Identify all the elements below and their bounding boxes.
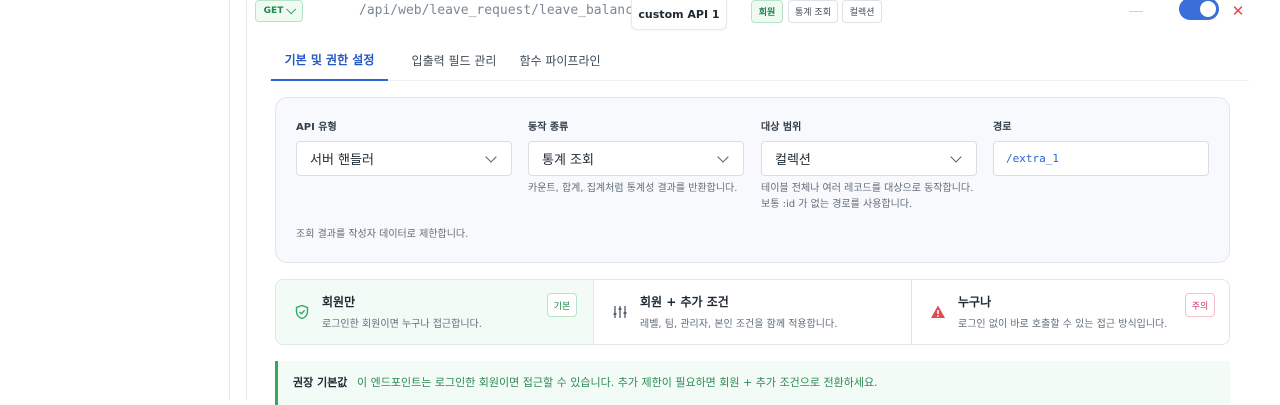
chip-member[interactable]: 회원 (751, 0, 783, 23)
action-kind-help: 카운트, 합계, 집계처럼 통계성 결과를 반환합니다. (528, 183, 738, 194)
permission-option-members-plus-conditions[interactable]: 회원 + 추가 조건 레벨, 팀, 관리자, 본인 조건을 함께 적용합니다. (594, 280, 911, 344)
api-type-select[interactable]: 서버 핸들러 (296, 141, 512, 176)
api-name-badge[interactable]: custom API 1 (631, 0, 727, 30)
left-panel (0, 0, 230, 400)
route-label: 경로 (993, 122, 1012, 133)
caution-badge: 주의 (1185, 293, 1215, 317)
api-type-value: 서버 핸들러 (310, 153, 374, 168)
settings-note: 조회 결과를 작성자 데이터로 제한합니다. (296, 229, 469, 240)
action-kind-value: 통계 조회 (542, 153, 594, 168)
permission-desc: 레벨, 팀, 관리자, 본인 조건을 함께 적용합니다. (640, 319, 838, 330)
endpoint-editor: GET /api/web/leave_request/leave_balance… (246, 0, 1280, 405)
permission-title: 회원만 (322, 295, 356, 309)
chevron-down-icon (950, 151, 962, 163)
default-badge: 기본 (547, 293, 577, 317)
action-kind-select[interactable]: 통계 조회 (528, 141, 744, 176)
tab-basic-permissions[interactable]: 기본 및 권한 설정 (271, 40, 388, 81)
shield-check-icon (295, 304, 309, 320)
permission-desc: 로그인한 회원이면 누구나 접근합니다. (322, 319, 482, 330)
target-scope-select[interactable]: 컬렉션 (761, 141, 977, 176)
permission-options: 회원만 로그인한 회원이면 누구나 접근합니다. 기본 회원 + 추가 조건 레… (275, 279, 1230, 345)
enable-toggle[interactable] (1179, 0, 1219, 20)
permission-desc: 로그인 없이 바로 호출할 수 있는 접근 방식입니다. (958, 319, 1168, 330)
chevron-down-icon (286, 3, 297, 14)
endpoint-path: /api/web/leave_request/leave_balances/ (359, 3, 657, 18)
tab-io-fields[interactable]: 입출력 필드 관리 (405, 40, 503, 81)
chip-collection[interactable]: 컬렉션 (842, 0, 882, 23)
recommendation-title: 권장 기본값 (293, 376, 348, 389)
method-label: GET (263, 6, 284, 16)
target-scope-help-line2: 보통 :id 가 없는 경로를 사용합니다. (761, 199, 913, 210)
method-select[interactable]: GET (255, 0, 303, 22)
target-scope-help-line1: 테이블 전체나 여러 레코드를 대상으로 동작합니다. (761, 183, 974, 194)
tab-bar: 기본 및 권한 설정 입출력 필드 관리 함수 파이프라인 (269, 40, 1249, 81)
permission-option-anyone[interactable]: 누구나 로그인 없이 바로 호출할 수 있는 접근 방식입니다. 주의 (912, 280, 1229, 344)
close-icon[interactable]: ✕ (1231, 0, 1245, 22)
api-type-label: API 유형 (296, 122, 337, 133)
permission-title: 누구나 (958, 295, 992, 309)
warning-icon (931, 305, 945, 318)
settings-card: API 유형 서버 핸들러 동작 종류 통계 조회 카운트, 합계, 집계처럼 … (275, 97, 1230, 263)
tab-function-pipeline[interactable]: 함수 파이프라인 (517, 40, 603, 81)
permission-option-members-only[interactable]: 회원만 로그인한 회원이면 누구나 접근합니다. 기본 (276, 280, 593, 344)
sliders-icon (613, 306, 627, 318)
permission-title: 회원 + 추가 조건 (640, 295, 729, 309)
recommendation-text: 이 엔드포인트는 로그인한 회원이면 접근할 수 있습니다. 추가 제한이 필요… (357, 376, 878, 389)
target-scope-value: 컬렉션 (775, 153, 811, 168)
target-scope-label: 대상 범위 (761, 122, 802, 133)
chip-stats-query[interactable]: 통계 조회 (788, 0, 838, 23)
recommendation-banner: 권장 기본값 이 엔드포인트는 로그인한 회원이면 접근할 수 있습니다. 추가… (275, 361, 1230, 405)
toggle-knob (1200, 1, 1216, 17)
chevron-down-icon (717, 151, 729, 163)
collapse-dash-icon[interactable] (1129, 11, 1143, 12)
chevron-down-icon (485, 151, 497, 163)
route-input[interactable] (993, 141, 1209, 176)
action-kind-label: 동작 종류 (528, 122, 569, 133)
